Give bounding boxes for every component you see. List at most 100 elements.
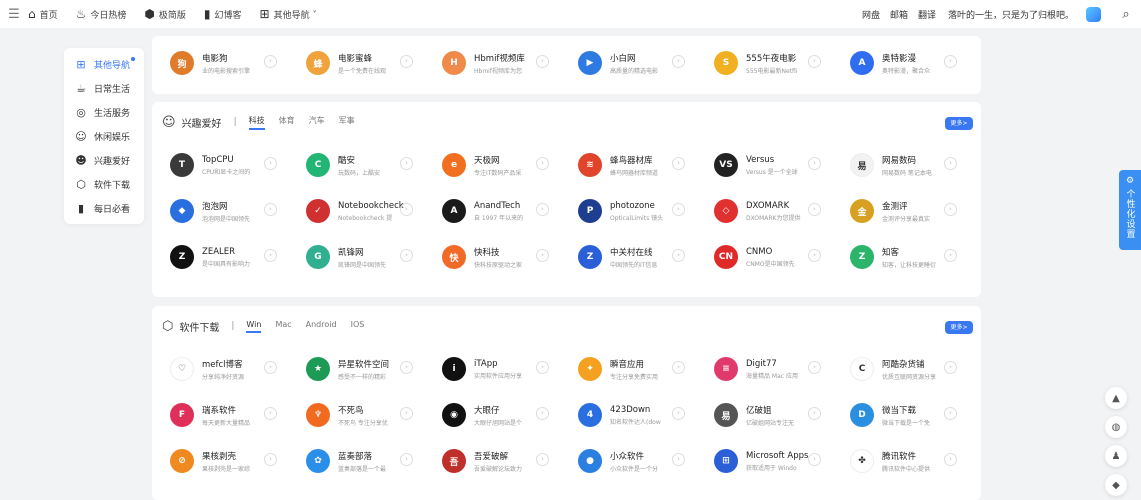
site-card[interactable]: T TopCPU CPU和显卡之间的 › — [158, 142, 294, 188]
nav-item-3[interactable]: ▮ 幻博客 — [204, 7, 242, 21]
chevron-right-icon[interactable]: › — [400, 203, 413, 216]
chevron-right-icon[interactable]: › — [808, 55, 821, 68]
chevron-right-icon[interactable]: › — [808, 203, 821, 216]
chevron-right-icon[interactable]: › — [264, 453, 277, 466]
chevron-right-icon[interactable]: › — [400, 361, 413, 374]
tab-2[interactable]: Android — [306, 320, 337, 333]
site-card[interactable]: G 凯锋网 凯锋网是中国领先 › — [294, 234, 430, 280]
site-card[interactable]: Z 中关村在线 中国领先的IT信息 › — [566, 234, 702, 280]
chevron-right-icon[interactable]: › — [944, 453, 957, 466]
site-card[interactable]: 蜂电影蜜蜂 是一个免费在线观 › — [294, 40, 430, 86]
nav-link-pan[interactable]: 网盘 — [862, 8, 880, 21]
chevron-right-icon[interactable]: › — [944, 407, 957, 420]
site-card[interactable]: ⊘ 果核剥壳 果核剥壳是一家综 › — [158, 438, 294, 484]
more-button[interactable]: 更多> — [945, 117, 973, 130]
chevron-right-icon[interactable]: › — [264, 157, 277, 170]
chevron-right-icon[interactable]: › — [944, 157, 957, 170]
site-card[interactable]: e 天极网 专注IT数码产品采 › — [430, 142, 566, 188]
tab-3[interactable]: IOS — [351, 320, 365, 333]
sidebar-item-1[interactable]: ☕ 日常生活 — [64, 76, 144, 100]
chevron-right-icon[interactable]: › — [264, 203, 277, 216]
site-card[interactable]: 快快科技 快科技原驱动之家 › — [430, 234, 566, 280]
tab-0[interactable]: Win — [246, 320, 262, 333]
chevron-right-icon[interactable]: › — [536, 407, 549, 420]
site-card[interactable]: 金金测评 金测评分享最真实 › — [838, 188, 974, 234]
site-card[interactable]: ◉ 大眼仔 大眼仔旭网站是个 › — [430, 392, 566, 438]
site-card[interactable]: A 奥特影漫 奥特影漫，聚合众 › — [838, 40, 974, 86]
site-card[interactable]: 狗电影狗 业的电影搜索引擎 › — [158, 40, 294, 86]
chevron-right-icon[interactable]: › — [672, 453, 685, 466]
chevron-right-icon[interactable]: › — [264, 249, 277, 262]
chevron-right-icon[interactable]: › — [672, 249, 685, 262]
site-card[interactable]: C 酷安 玩数码，上酷安 › — [294, 142, 430, 188]
site-card[interactable]: Pphotozone OpticalLimits 镜头 › — [566, 188, 702, 234]
chevron-right-icon[interactable]: › — [536, 361, 549, 374]
nav-item-2[interactable]: ⬢ 极简版 — [144, 7, 186, 21]
nav-item-1[interactable]: ♨ 今日热榜 — [76, 7, 127, 21]
tab-0[interactable]: 科技 — [248, 115, 265, 130]
site-card[interactable]: ✓ Notebookcheck Notebookcheck 提 › — [294, 188, 430, 234]
site-card[interactable]: ✦ 瞬音应用 专注分享免费实用 › — [566, 346, 702, 392]
chevron-right-icon[interactable]: › — [672, 407, 685, 420]
site-card[interactable]: ◇ DXOMARK DXOMARK为您提供 › — [702, 188, 838, 234]
menu-icon[interactable]: ☰ — [0, 7, 28, 22]
chevron-right-icon[interactable]: › — [672, 203, 685, 216]
site-card[interactable]: ≡ Digit77 海量精品 Mac 应用 › — [702, 346, 838, 392]
more-button[interactable]: 更多> — [945, 321, 973, 334]
chevron-right-icon[interactable]: › — [808, 361, 821, 374]
chevron-right-icon[interactable]: › — [400, 407, 413, 420]
site-card[interactable]: 吾吾爱破解 吾爱破解论坛致力 › — [430, 438, 566, 484]
site-card[interactable]: ▶ 小白网 高质量的精选电影 › — [566, 40, 702, 86]
chevron-right-icon[interactable]: › — [264, 361, 277, 374]
site-card[interactable]: ♡ mefcl博客 分享纯净好资源 › — [158, 346, 294, 392]
site-card[interactable]: ● 小众软件 小众软件是一个分 › — [566, 438, 702, 484]
chevron-right-icon[interactable]: › — [944, 203, 957, 216]
site-card[interactable]: C 阿酷杂货铺 优质互联网资源分享 › — [838, 346, 974, 392]
site-card[interactable]: ≋ 蜂鸟器材库 蜂鸟网器材库频道 › — [566, 142, 702, 188]
site-logo-icon[interactable] — [1086, 6, 1101, 22]
personalize-settings-tab[interactable]: ⚙ 个性化设置 — [1119, 170, 1141, 250]
tab-1[interactable]: Mac — [275, 320, 291, 333]
nav-link-mail[interactable]: 邮箱 — [890, 8, 908, 21]
site-card[interactable]: ✤ 腾讯软件 腾讯软件中心提供 › — [838, 438, 974, 484]
chevron-right-icon[interactable]: › — [536, 203, 549, 216]
sidebar-item-5[interactable]: ⬡ 软件下载 — [64, 172, 144, 196]
sidebar-item-2[interactable]: ◎ 生活服务 — [64, 100, 144, 124]
chevron-right-icon[interactable]: › — [400, 249, 413, 262]
chevron-right-icon[interactable]: › — [536, 249, 549, 262]
chevron-right-icon[interactable]: › — [400, 157, 413, 170]
sidebar-item-6[interactable]: ▮ 每日必看 — [64, 196, 144, 220]
nav-item-4[interactable]: ⊞ 其他导航 ˅ — [260, 7, 317, 21]
chevron-right-icon[interactable]: › — [400, 55, 413, 68]
site-card[interactable]: ♆ 不死鸟 不死鸟 专注分享优 › — [294, 392, 430, 438]
site-card[interactable]: ✿ 蓝奏部落 蓝奏部落是一个最 › — [294, 438, 430, 484]
chevron-right-icon[interactable]: › — [536, 157, 549, 170]
tag-icon[interactable]: ◆ — [1105, 474, 1127, 496]
site-card[interactable]: F 瑞系软件 每天更新大量精品 › — [158, 392, 294, 438]
site-card[interactable]: ⊞ Microsoft Apps 获取适用于 Windo › — [702, 438, 838, 484]
chevron-right-icon[interactable]: › — [808, 249, 821, 262]
chevron-right-icon[interactable]: › — [536, 55, 549, 68]
site-card[interactable]: S 555午夜电影 555电影最新Netfli › — [702, 40, 838, 86]
site-card[interactable]: ★ 异星软件空间 感受不一样的精彩 › — [294, 346, 430, 392]
chevron-right-icon[interactable]: › — [944, 55, 957, 68]
chevron-right-icon[interactable]: › — [944, 361, 957, 374]
tab-1[interactable]: 体育 — [279, 115, 295, 130]
search-icon[interactable]: ⌕ — [1111, 7, 1141, 22]
chevron-right-icon[interactable]: › — [672, 361, 685, 374]
tab-3[interactable]: 军事 — [339, 115, 355, 130]
site-card[interactable]: 易亿破姐 亿破姐网站专注无 › — [702, 392, 838, 438]
site-card[interactable]: i iTApp 实用软件应用分享 › — [430, 346, 566, 392]
sidebar-item-4[interactable]: ☻ 兴趣爱好 — [64, 148, 144, 172]
chevron-right-icon[interactable]: › — [536, 453, 549, 466]
chevron-right-icon[interactable]: › — [400, 453, 413, 466]
nav-item-0[interactable]: ⌂ 首页 — [28, 7, 58, 21]
site-card[interactable]: Z ZEALER 是中国具有影响力 › — [158, 234, 294, 280]
wechat-icon[interactable]: ◍ — [1105, 416, 1127, 438]
site-card[interactable]: Z 知客 知客，让科技更睡衍 › — [838, 234, 974, 280]
site-card[interactable]: ◆ 泡泡网 泡泡网是中国领先 › — [158, 188, 294, 234]
chevron-right-icon[interactable]: › — [944, 249, 957, 262]
sidebar-item-3[interactable]: ☺ 休闲娱乐 — [64, 124, 144, 148]
chevron-right-icon[interactable]: › — [808, 157, 821, 170]
site-card[interactable]: VS Versus Versus 是一个全球 › — [702, 142, 838, 188]
